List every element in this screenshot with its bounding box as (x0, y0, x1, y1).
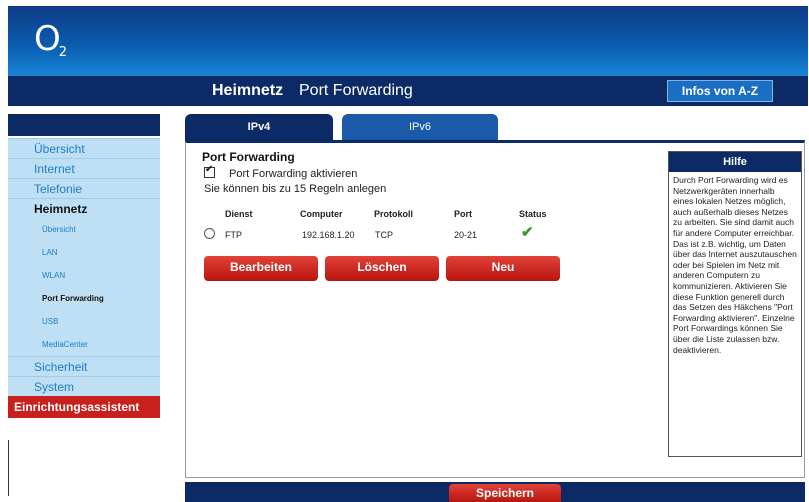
sidebar-divider (8, 440, 9, 496)
sidebar: Übersicht Internet Telefonie Heimnetz Üb… (8, 138, 160, 418)
checkbox-label: Port Forwarding aktivieren (229, 168, 358, 180)
save-button[interactable]: Speichern (449, 484, 561, 502)
sidebar-item-telefonie[interactable]: Telefonie (8, 178, 160, 198)
column-header-dienst: Dienst (225, 209, 253, 219)
sidebar-subitem-port-forwarding[interactable]: Port Forwarding (8, 287, 160, 310)
new-button[interactable]: Neu (446, 256, 560, 281)
setup-wizard-button[interactable]: Einrichtungsassistent (8, 396, 160, 418)
column-header-computer: Computer (300, 209, 343, 219)
table-cell-port: 20-21 (454, 230, 478, 240)
delete-button[interactable]: Löschen (325, 256, 439, 281)
column-header-port: Port (454, 209, 472, 219)
sidebar-item-internet[interactable]: Internet (8, 158, 160, 178)
table-cell-computer: 192.168.1.20 (302, 230, 355, 240)
table-cell-protokoll: TCP (375, 230, 393, 240)
enable-port-forwarding-checkbox[interactable] (204, 164, 215, 178)
column-header-status: Status (519, 209, 547, 219)
sidebar-subitem-uebersicht[interactable]: Übersicht (8, 218, 160, 241)
section-title: Heimnetz (212, 82, 284, 99)
column-header-protokoll: Protokoll (374, 209, 414, 219)
sidebar-subitem-mediacenter[interactable]: MediaCenter (8, 333, 160, 356)
sidebar-subitem-lan[interactable]: LAN (8, 241, 160, 264)
infos-a-z-button[interactable]: Infos von A-Z (667, 80, 773, 102)
section-heading: Port Forwarding (202, 150, 295, 164)
sidebar-subitem-usb[interactable]: USB (8, 310, 160, 333)
sidebar-subitem-wlan[interactable]: WLAN (8, 264, 160, 287)
edit-button[interactable]: Bearbeiten (204, 256, 318, 281)
sidebar-header (8, 114, 160, 136)
tab-ipv4[interactable]: IPv4 (185, 114, 333, 140)
sidebar-item-uebersicht[interactable]: Übersicht (8, 138, 160, 158)
rule-select-radio[interactable] (204, 228, 215, 239)
rules-hint: Sie können bis zu 15 Regeln anlegen (204, 183, 387, 195)
sidebar-item-system[interactable]: System (8, 376, 160, 396)
sidebar-item-heimnetz[interactable]: Heimnetz (8, 198, 160, 218)
page-title: Port Forwarding (299, 82, 413, 99)
help-box: Hilfe Durch Port Forwarding wird es Netz… (668, 151, 802, 457)
tab-ipv6[interactable]: IPv6 (342, 114, 498, 140)
sidebar-item-sicherheit[interactable]: Sicherheit (8, 356, 160, 376)
help-text: Durch Port Forwarding wird es Netzwerkge… (673, 175, 797, 355)
o2-logo[interactable]: O2 (34, 22, 69, 64)
table-cell-dienst: FTP (225, 230, 242, 240)
help-title: Hilfe (669, 152, 801, 172)
enable-port-forwarding-row: Port Forwarding aktivieren (204, 164, 358, 180)
header-banner: O2 (8, 6, 808, 76)
status-active-check-icon: ✔ (521, 224, 534, 241)
